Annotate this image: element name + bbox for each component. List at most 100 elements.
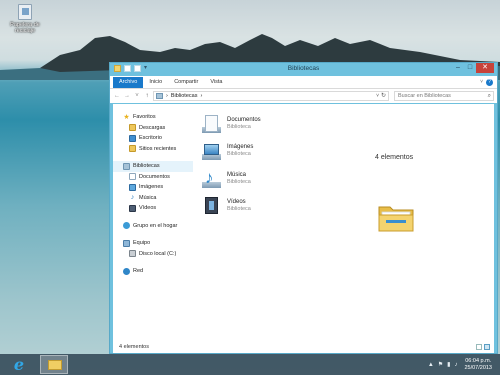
nav-item-musica[interactable]: ♪ Música	[113, 193, 193, 204]
network-status-icon[interactable]: ▮	[447, 361, 450, 368]
breadcrumb-separator: ›	[166, 93, 168, 99]
file-explorer-taskbar-button[interactable]	[40, 355, 68, 374]
item-type: Biblioteca	[227, 178, 251, 185]
nav-label: Música	[139, 194, 157, 201]
close-button[interactable]: ✕	[476, 63, 494, 73]
recycle-bin-icon	[18, 4, 32, 20]
ribbon-tabs: Archivo Inicio Compartir Vista ˅ ?	[110, 76, 497, 89]
tiles-view-icon[interactable]	[484, 344, 490, 350]
nav-label: Imágenes	[139, 184, 164, 191]
tab-compartir[interactable]: Compartir	[168, 77, 204, 88]
tab-inicio[interactable]: Inicio	[143, 77, 168, 88]
nav-label: Vídeos	[139, 205, 157, 212]
nav-label: Sitios recientes	[139, 145, 177, 152]
back-button[interactable]: ←	[113, 93, 121, 99]
help-icon[interactable]: ?	[486, 79, 493, 86]
clock-time: 06:04 p.m.	[465, 357, 492, 364]
desktop-icon-recycle-bin[interactable]: Papelera de reciclaje	[4, 4, 46, 34]
address-bar-row: ← → ˅ ↑ › Bibliotecas › ˅ ↻ Buscar en Bi…	[110, 89, 497, 103]
nav-item-disco-local[interactable]: Disco local (C:)	[113, 249, 193, 260]
up-button[interactable]: ↑	[143, 93, 151, 99]
list-item-imagenes[interactable]: Imágenes Biblioteca	[201, 138, 361, 166]
libraries-icon	[123, 162, 130, 170]
preview-item-count: 4 elementos	[375, 154, 414, 161]
system-tray: ▲ ⚑ ▮ ♪ 06:04 p.m. 25/07/2013	[428, 354, 500, 375]
nav-item-documentos[interactable]: Documentos	[113, 172, 193, 183]
status-item-count: 4 elementos	[119, 344, 149, 350]
explorer-window: ▾ Bibliotecas – □ ✕ Archivo Inicio Compa…	[109, 62, 498, 354]
nav-item-videos[interactable]: Vídeos	[113, 203, 193, 214]
maximize-button[interactable]: □	[464, 63, 476, 73]
documents-library-icon	[201, 114, 221, 134]
nav-label: Red	[133, 268, 144, 275]
item-type: Biblioteca	[227, 206, 251, 213]
nav-item-descargas[interactable]: Descargas	[113, 123, 193, 134]
forward-button[interactable]: →	[123, 93, 131, 99]
search-input[interactable]: Buscar en Bibliotecas ⌕	[394, 91, 494, 101]
nav-item-grupo-en-el-hogar[interactable]: Grupo en el hogar	[113, 221, 193, 232]
taskbar: e ▲ ⚑ ▮ ♪ 06:04 p.m. 25/07/2013	[0, 354, 500, 375]
large-library-folder-icon	[378, 206, 414, 232]
expand-ribbon-icon[interactable]: ˅	[480, 79, 483, 86]
tab-vista[interactable]: Vista	[204, 77, 228, 88]
music-icon: ♪	[130, 194, 135, 202]
pictures-icon	[129, 183, 136, 191]
nav-item-escritorio[interactable]: Escritorio	[113, 133, 193, 144]
nav-item-favoritos[interactable]: ★ Favoritos	[113, 112, 193, 123]
nav-group-homegroup: Grupo en el hogar	[113, 221, 193, 232]
nav-label: Equipo	[133, 240, 151, 247]
videos-icon	[129, 204, 136, 212]
nav-item-bibliotecas[interactable]: Bibliotecas	[113, 161, 193, 172]
libraries-icon	[156, 93, 163, 99]
pictures-library-icon	[201, 141, 221, 161]
nav-group-libraries: Bibliotecas Documentos Imágenes ♪ Música…	[113, 161, 193, 214]
videos-library-icon	[201, 196, 221, 216]
address-bar[interactable]: › Bibliotecas › ˅ ↻	[153, 91, 389, 101]
list-item-documentos[interactable]: Documentos Biblioteca	[201, 110, 361, 138]
nav-item-sitios-recientes[interactable]: Sitios recientes	[113, 144, 193, 155]
item-name: Música	[227, 171, 247, 178]
documents-icon	[129, 173, 136, 181]
address-dropdown-icon[interactable]: ˅	[376, 93, 379, 99]
nav-item-equipo[interactable]: Equipo	[113, 238, 193, 249]
clock[interactable]: 06:04 p.m. 25/07/2013	[464, 358, 492, 372]
refresh-icon[interactable]: ↻	[381, 92, 386, 99]
show-hidden-icons-icon[interactable]: ▲	[428, 362, 434, 368]
item-type: Biblioteca	[227, 151, 251, 158]
tab-archivo[interactable]: Archivo	[113, 77, 144, 88]
nav-label: Grupo en el hogar	[133, 222, 178, 229]
nav-label: Documentos	[139, 173, 170, 180]
internet-explorer-icon[interactable]: e	[10, 356, 28, 373]
title-bar[interactable]: ▾ Bibliotecas – □ ✕	[110, 63, 497, 76]
clock-date: 25/07/2013	[464, 364, 492, 371]
disk-icon	[129, 250, 136, 258]
recent-locations-button[interactable]: ˅	[133, 93, 141, 99]
network-icon	[123, 267, 130, 275]
breadcrumb-bibliotecas[interactable]: Bibliotecas	[171, 93, 198, 99]
item-name: Documentos	[227, 116, 261, 123]
item-name: Imágenes	[227, 144, 254, 151]
desktop-icon-label: Papelera de reciclaje	[10, 22, 40, 34]
nav-label: Bibliotecas	[133, 163, 160, 170]
nav-label: Disco local (C:)	[139, 250, 177, 257]
details-pane: 4 elementos	[375, 154, 413, 161]
recent-places-icon	[129, 145, 136, 153]
music-library-icon: ♪	[201, 168, 221, 189]
file-list: Documentos Biblioteca Imágenes Bibliotec…	[201, 110, 361, 220]
window-title: Bibliotecas	[287, 65, 320, 72]
details-view-icon[interactable]	[476, 344, 482, 350]
list-item-musica[interactable]: ♪ Música Biblioteca	[201, 165, 361, 193]
homegroup-icon	[123, 222, 130, 230]
action-center-flag-icon[interactable]: ⚑	[438, 361, 443, 368]
content-area: ★ Favoritos Descargas Escritorio Sitios …	[113, 104, 494, 342]
nav-item-imagenes[interactable]: Imágenes	[113, 182, 193, 193]
volume-icon[interactable]: ♪	[454, 362, 457, 368]
list-item-videos[interactable]: Vídeos Biblioteca	[201, 193, 361, 221]
breadcrumb-separator: ›	[200, 93, 203, 99]
ribbon-controls: ˅ ?	[480, 79, 493, 86]
nav-group-network: Red	[113, 266, 193, 277]
minimize-button[interactable]: –	[452, 63, 464, 73]
nav-group-favorites: ★ Favoritos Descargas Escritorio Sitios …	[113, 112, 193, 154]
desktop-icon	[129, 134, 136, 142]
nav-item-red[interactable]: Red	[113, 266, 193, 277]
